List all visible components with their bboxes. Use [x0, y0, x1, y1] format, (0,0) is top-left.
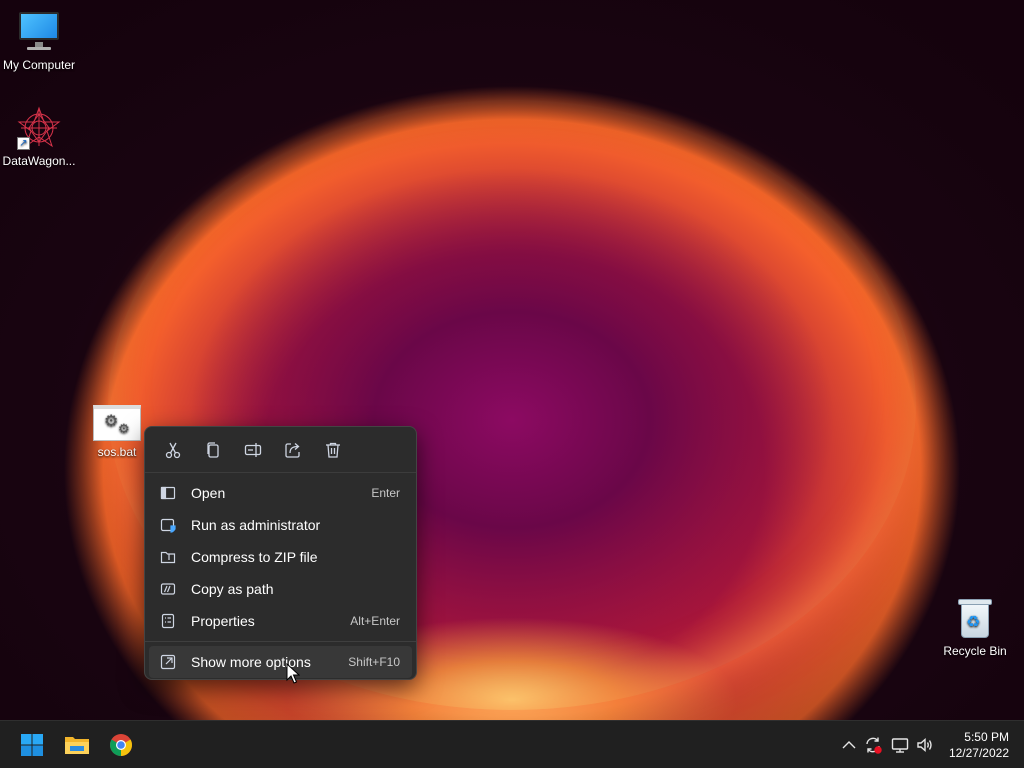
more-options-icon	[159, 653, 177, 671]
menu-item-label: Copy as path	[191, 581, 274, 597]
menu-item-label: Run as administrator	[191, 517, 321, 533]
mouse-cursor-icon	[286, 663, 300, 684]
shortcut-arrow-icon: ↗	[17, 137, 30, 150]
recycle-bin-icon: ♻	[957, 596, 993, 640]
menu-item-properties[interactable]: Properties Alt+Enter	[149, 605, 412, 637]
gear-icon: ⚙	[118, 421, 130, 436]
menu-item-label: Compress to ZIP file	[191, 549, 318, 565]
delete-button[interactable]	[313, 433, 353, 467]
datawagon-shortcut-icon: ↗	[17, 106, 61, 150]
windows-start-icon	[21, 734, 43, 756]
taskbar: 5:50 PM 12/27/2022	[0, 720, 1024, 768]
desktop-icon-my-computer[interactable]: My Computer	[0, 10, 81, 72]
copy-icon	[207, 441, 219, 458]
system-clock[interactable]: 5:50 PM 12/27/2022	[949, 729, 1009, 761]
chevron-up-icon	[842, 741, 856, 749]
show-hidden-icons-button[interactable]	[839, 735, 859, 755]
desktop-icon-label: My Computer	[2, 58, 76, 72]
share-icon	[285, 442, 300, 458]
rename-icon	[244, 442, 262, 457]
menu-item-shortcut: Shift+F10	[348, 655, 400, 669]
context-menu-quick-actions	[145, 427, 416, 473]
file-explorer-button[interactable]	[59, 727, 95, 763]
sync-icon	[866, 737, 882, 754]
folder-icon	[65, 737, 89, 754]
start-button[interactable]	[14, 727, 50, 763]
context-menu: Open Enter Run as administrator Compress…	[144, 426, 417, 680]
menu-item-run-as-administrator[interactable]: Run as administrator	[149, 509, 412, 541]
menu-item-shortcut: Enter	[371, 486, 400, 500]
menu-item-label: Open	[191, 485, 226, 501]
batch-file-icon: ⚙ ⚙	[93, 405, 141, 441]
network-button[interactable]	[890, 735, 910, 755]
menu-item-shortcut: Alt+Enter	[350, 614, 400, 628]
scissors-icon	[165, 442, 181, 458]
menu-separator	[145, 641, 416, 642]
computer-icon	[17, 10, 61, 54]
chrome-button[interactable]	[103, 727, 139, 763]
share-button[interactable]	[273, 433, 313, 467]
desktop-icon-label: Recycle Bin	[943, 644, 1007, 658]
gear-icon: ⚙	[104, 413, 119, 430]
path-icon	[159, 580, 177, 598]
chrome-icon	[110, 734, 132, 756]
menu-item-compress-zip[interactable]: Compress to ZIP file	[149, 541, 412, 573]
clock-time: 5:50 PM	[964, 730, 1009, 744]
menu-item-copy-as-path[interactable]: Copy as path	[149, 573, 412, 605]
zip-folder-icon	[159, 548, 177, 566]
rename-button[interactable]	[233, 433, 273, 467]
copy-button[interactable]	[193, 433, 233, 467]
shield-window-icon	[159, 516, 177, 534]
desktop-icon-recycle-bin[interactable]: ♻ Recycle Bin	[933, 596, 1017, 658]
cut-button[interactable]	[153, 433, 193, 467]
properties-icon	[159, 612, 177, 630]
clock-date: 12/27/2022	[948, 746, 1009, 760]
desktop-icon-label: DataWagon...	[2, 154, 76, 168]
network-icon	[891, 738, 909, 753]
volume-icon	[917, 737, 932, 753]
open-icon	[159, 484, 177, 502]
menu-item-open[interactable]: Open Enter	[149, 477, 412, 509]
volume-button[interactable]	[915, 735, 935, 755]
menu-item-label: Properties	[191, 613, 255, 629]
trash-icon	[326, 442, 340, 458]
sync-status-button[interactable]	[863, 735, 883, 755]
context-menu-items: Open Enter Run as administrator Compress…	[145, 473, 416, 678]
desktop-icon-datawagon[interactable]: ↗ DataWagon...	[0, 106, 81, 168]
menu-item-show-more-options[interactable]: Show more options Shift+F10	[149, 646, 412, 678]
recycle-symbol-icon: ♻	[966, 614, 981, 631]
